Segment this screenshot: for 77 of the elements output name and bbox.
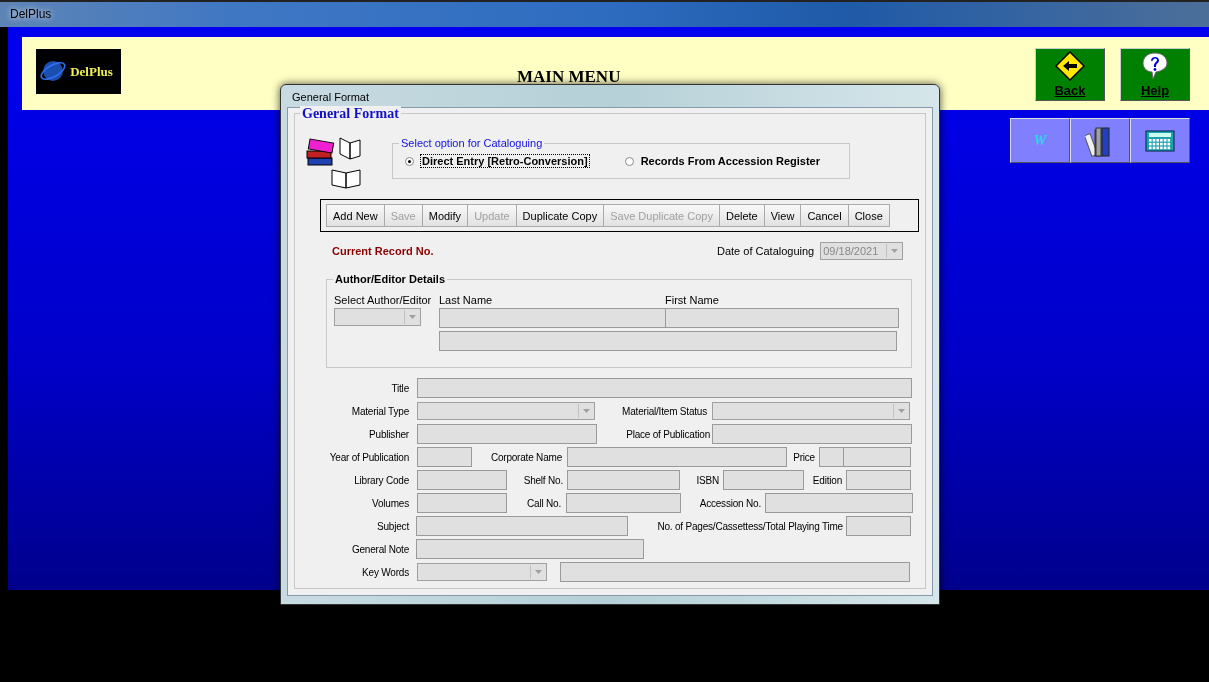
- input-field[interactable]: [416, 539, 644, 559]
- input-field[interactable]: [417, 447, 472, 467]
- dropdown-field[interactable]: [712, 402, 910, 420]
- input-field[interactable]: [712, 424, 912, 444]
- group-legend: Select option for Cataloguing: [399, 137, 545, 149]
- group-legend: Author/Editor Details: [333, 273, 447, 285]
- field-label: Price: [792, 451, 815, 463]
- field-label: Key Words: [361, 566, 409, 578]
- field-label: No. of Pages/Cassettess/Total Playing Time: [656, 520, 843, 532]
- toolbar-button[interactable]: Add New: [326, 204, 385, 227]
- toolbar-button[interactable]: Duplicate Copy: [515, 204, 605, 227]
- field-label: Subject: [376, 520, 409, 532]
- toolbar-button[interactable]: Delete: [718, 204, 765, 227]
- field-label: Select Author/Editor: [334, 294, 433, 306]
- dropdown-field[interactable]: [417, 402, 595, 420]
- input-field[interactable]: [417, 470, 507, 490]
- calculator-toolbar-button[interactable]: [1130, 118, 1190, 163]
- input-field[interactable]: [439, 331, 897, 351]
- input-field[interactable]: [417, 493, 507, 513]
- input-field[interactable]: [843, 447, 911, 467]
- toolbar-button[interactable]: View: [763, 204, 802, 227]
- calculator-icon: [1145, 129, 1175, 152]
- dropdown-arrow-icon: [897, 409, 905, 413]
- current-record-label: Current Record No.: [332, 245, 435, 257]
- input-field[interactable]: [665, 308, 899, 328]
- field-label: Material Type: [350, 405, 409, 417]
- field-label: General Note: [350, 543, 409, 555]
- field-label: Corporate Name: [489, 451, 562, 463]
- toolbar-button[interactable]: Cancel: [800, 204, 849, 227]
- toolbar-button[interactable]: Close: [847, 204, 890, 227]
- input-field[interactable]: [439, 308, 666, 328]
- dropdown-arrow-icon: [582, 409, 590, 413]
- radio-button[interactable]: [405, 156, 414, 166]
- dropdown-field[interactable]: [417, 563, 547, 581]
- field-label: Volumes: [371, 497, 409, 509]
- books-drawing: [306, 136, 364, 189]
- input-field[interactable]: [723, 470, 804, 490]
- logo-text: DelPlus: [70, 63, 113, 80]
- field-label: Library Code: [353, 474, 409, 486]
- input-field[interactable]: [567, 470, 680, 490]
- dialog-title: General Format: [291, 90, 371, 105]
- dropdown-arrow-icon: [408, 315, 416, 319]
- field-label: Year of Publication: [328, 451, 409, 463]
- field-label: ISBN: [695, 474, 719, 486]
- field-label: Accession No.: [698, 497, 761, 509]
- field-label: Last Name: [439, 294, 494, 306]
- input-field[interactable]: [566, 493, 681, 513]
- input-field[interactable]: [846, 516, 911, 536]
- input-field[interactable]: [567, 447, 787, 467]
- field-label: Title: [390, 382, 409, 394]
- field-label: Place of Publication: [625, 428, 710, 440]
- input-field[interactable]: [560, 562, 910, 582]
- input-field[interactable]: [819, 447, 844, 467]
- field-label: Call No.: [526, 497, 561, 509]
- field-label: First Name: [665, 294, 719, 306]
- input-field[interactable]: [846, 470, 911, 490]
- field-label: Material/Item Status: [621, 405, 707, 417]
- toolbar-button[interactable]: Modify: [421, 204, 469, 227]
- input-field[interactable]: [417, 378, 912, 398]
- field-label: Date of Cataloguing: [717, 245, 815, 257]
- input-field[interactable]: [416, 516, 628, 536]
- library-toolbar-button[interactable]: [1070, 118, 1130, 163]
- input-field[interactable]: [417, 424, 597, 444]
- back-button[interactable]: Back: [1035, 48, 1105, 101]
- help-button[interactable]: Help: [1120, 48, 1190, 101]
- help-icon: [1140, 51, 1170, 81]
- field-label: Edition: [812, 474, 842, 486]
- dropdown-field[interactable]: [334, 308, 421, 326]
- window-title: DelPlus: [10, 7, 52, 21]
- dropdown-arrow-icon: [534, 570, 542, 574]
- back-arrow-icon: [1055, 51, 1085, 81]
- field-label: Shelf No.: [522, 474, 563, 486]
- field-label: Publisher: [368, 428, 409, 440]
- main-menu-heading: MAIN MENU: [517, 67, 621, 87]
- dropdown-arrow-icon: [890, 249, 898, 253]
- input-field[interactable]: [765, 493, 913, 513]
- radio-button[interactable]: [624, 156, 634, 166]
